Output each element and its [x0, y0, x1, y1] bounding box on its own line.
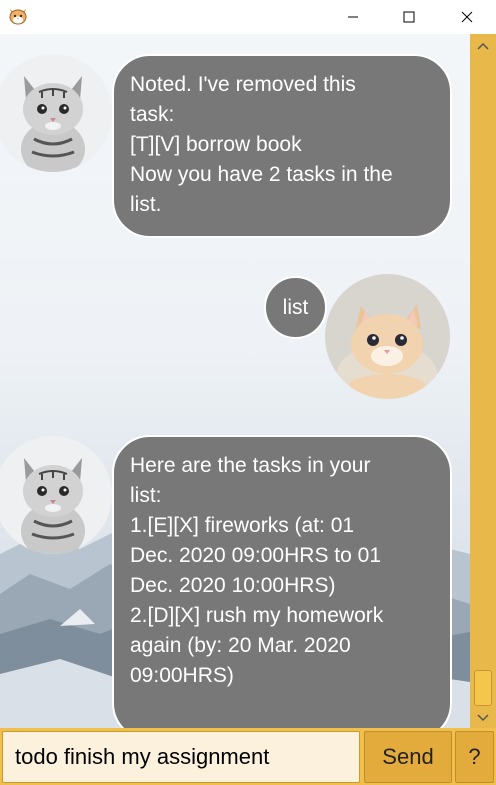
- cat-face-icon: [8, 6, 28, 26]
- dialog-container[interactable]: Noted. I've removed this task: [T][V] bo…: [0, 34, 470, 728]
- message-line: 09:00HRS): [130, 664, 234, 687]
- send-button[interactable]: Send: [364, 731, 452, 783]
- message-line: [T][V] borrow book: [130, 133, 302, 156]
- vertical-scrollbar[interactable]: [470, 34, 496, 728]
- maximize-icon: [403, 11, 415, 23]
- message-line: 1.[E][X] fireworks (at: 01: [130, 514, 355, 537]
- help-button[interactable]: ?: [455, 731, 494, 783]
- chevron-down-icon: [477, 714, 489, 722]
- close-icon: [461, 11, 473, 23]
- message-line: list.: [130, 193, 162, 216]
- maximize-button[interactable]: [386, 0, 432, 34]
- scroll-down-button[interactable]: [470, 708, 496, 728]
- bot-message-bubble: Noted. I've removed this task: [T][V] bo…: [112, 54, 452, 238]
- message-line: Noted. I've removed this: [130, 73, 356, 96]
- message-line: Here are the tasks in your: [130, 454, 371, 477]
- scroll-up-button[interactable]: [470, 36, 496, 56]
- chevron-up-icon: [477, 42, 489, 50]
- orange-kitten-avatar: [325, 274, 450, 399]
- minimize-icon: [348, 16, 358, 18]
- message-line: 2.[D][X] rush my homework: [130, 604, 384, 627]
- message-line: Dec. 2020 10:00HRS): [130, 574, 336, 597]
- message-text: list: [282, 295, 309, 319]
- title-bar: [0, 0, 496, 34]
- input-bar: Send ?: [0, 728, 496, 785]
- command-input[interactable]: [2, 731, 360, 783]
- close-button[interactable]: [444, 0, 490, 34]
- user-avatar: [325, 274, 450, 399]
- scroll-thumb[interactable]: [474, 670, 492, 706]
- message-line: again (by: 20 Mar. 2020: [130, 634, 351, 657]
- message-line: Dec. 2020 09:00HRS to 01: [130, 544, 381, 567]
- message-line: Now you have 2 tasks in the: [130, 163, 393, 186]
- bot-message-bubble: Here are the tasks in your list: 1.[E][X…: [112, 435, 452, 728]
- user-message-bubble: list: [264, 276, 327, 339]
- message-line: task:: [130, 103, 175, 126]
- message-line: list:: [130, 484, 162, 507]
- minimize-button[interactable]: [330, 0, 376, 34]
